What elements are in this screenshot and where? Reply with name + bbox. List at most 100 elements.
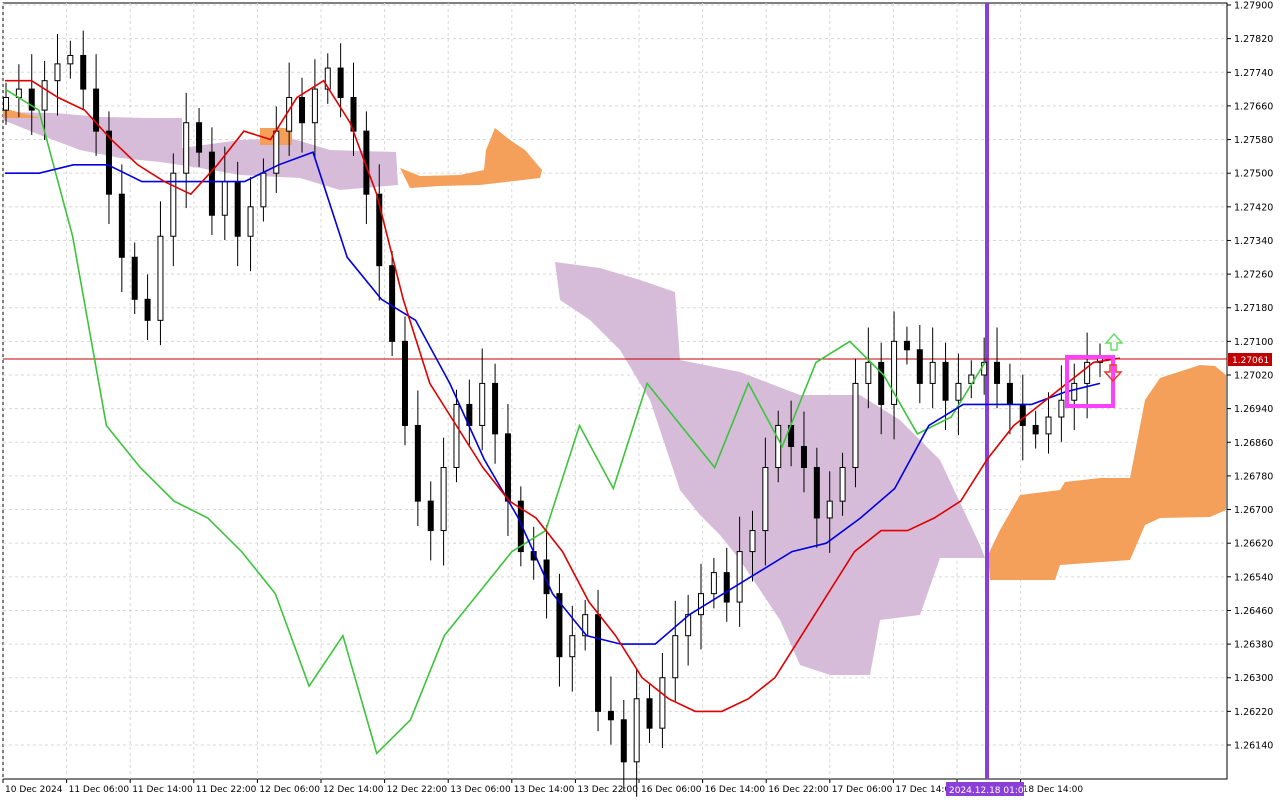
- highlight-time-tag: 2024.12.18 01:00: [946, 782, 1030, 796]
- candle-body-bear: [208, 151, 215, 216]
- y-tick-label: 1.27580: [1234, 135, 1273, 146]
- x-tick-label: 12 Dec 14:00: [323, 785, 384, 795]
- candle-body-bear: [118, 193, 125, 258]
- y-tick-label: 1.27340: [1234, 236, 1273, 247]
- candle-body-bear: [492, 382, 499, 435]
- x-tick-label: 11 Dec 06:00: [69, 785, 130, 795]
- candle-body-bull: [865, 361, 872, 384]
- x-tick-label: 13 Dec 06:00: [450, 785, 511, 795]
- y-tick-label: 1.26940: [1234, 404, 1273, 415]
- candle-body-bull: [569, 635, 576, 658]
- candle-body-bear: [234, 181, 241, 237]
- y-tick-label: 1.26460: [1234, 606, 1273, 617]
- x-tick-label: 11 Dec 14:00: [132, 785, 193, 795]
- candle-body-bear: [299, 97, 306, 124]
- time-axis: 10 Dec 2024 11 Dec 06:00 11 Dec 14:00 11 De…: [2, 779, 1084, 795]
- candle-body-bear: [1032, 424, 1039, 435]
- candle-body-bear: [813, 467, 820, 519]
- ichimoku-price-chart[interactable]: 1.27900 1.27820 1.27740 1.27660 1.27580 1.275…: [0, 0, 1280, 800]
- candle-body-bull: [170, 172, 177, 237]
- highlight-time-label: 2024.12.18 01:00: [949, 786, 1030, 796]
- candle-body-bull: [286, 97, 293, 132]
- candle-body-bear: [800, 445, 807, 468]
- candle-body-bull: [762, 467, 769, 532]
- candle-body-bear: [607, 710, 614, 721]
- candle-body-bear: [723, 572, 730, 603]
- candle: [389, 250, 396, 357]
- candle-body-bull: [826, 500, 833, 519]
- x-tick-label: 11 Dec 22:00: [196, 785, 257, 795]
- candle-body-bear: [595, 614, 602, 712]
- candle-body-bear: [196, 122, 203, 153]
- x-tick-label: 13 Dec 14:00: [514, 785, 575, 795]
- candle-body-bull: [3, 97, 9, 111]
- y-tick-label: 1.27500: [1234, 169, 1273, 180]
- candle-body-bear: [994, 361, 1001, 384]
- candle-body-bear: [646, 698, 653, 729]
- candle-body-bull: [41, 80, 48, 111]
- candle-body-bull: [440, 467, 447, 532]
- y-tick-label: 1.26380: [1234, 640, 1273, 651]
- y-tick-label: 1.27020: [1234, 371, 1273, 382]
- candle-body-bull: [955, 382, 962, 401]
- candle-body-bull: [698, 593, 705, 616]
- candle-body-bull: [260, 172, 267, 208]
- candle-body-bear: [144, 298, 151, 321]
- candle-body-bear: [620, 719, 627, 763]
- y-tick-label: 1.27660: [1234, 101, 1273, 112]
- candle-body-bear: [389, 265, 396, 342]
- x-tick-label: 16 Dec 22:00: [768, 785, 829, 795]
- candle-body-bull: [1058, 399, 1065, 418]
- x-tick-label: 12 Dec 22:00: [387, 785, 448, 795]
- candle-body-bear: [942, 361, 949, 401]
- candle-body-bear: [878, 361, 885, 405]
- candle-body-bear: [1006, 382, 1013, 405]
- candle-body-bull: [775, 424, 782, 469]
- candle-body-bear: [427, 500, 434, 532]
- candle-body-bull: [479, 382, 486, 426]
- y-tick-label: 1.27420: [1234, 202, 1273, 213]
- x-tick-label: 18 Dec 14:00: [1023, 785, 1084, 795]
- candle-body-bull: [1071, 382, 1078, 401]
- price-axis: 1.27900 1.27820 1.27740 1.27660 1.27580 1.275…: [1227, 1, 1273, 752]
- x-tick-label: 16 Dec 06:00: [641, 785, 702, 795]
- candle-body-bear: [414, 424, 421, 502]
- y-tick-label: 1.26540: [1234, 572, 1273, 583]
- current-price-label: 1.27061: [1232, 356, 1269, 366]
- candle-body-bull: [247, 206, 254, 237]
- y-tick-label: 1.26220: [1234, 707, 1273, 718]
- candle-body-bear: [105, 130, 112, 195]
- y-tick-label: 1.26860: [1234, 438, 1273, 449]
- candle-body-bear: [903, 340, 910, 351]
- candle-body-bull: [736, 551, 743, 603]
- candle-body-bull: [672, 635, 679, 679]
- candle-body-bull: [710, 572, 717, 595]
- candle-body-bull: [839, 467, 846, 502]
- candle-body-bull: [183, 122, 190, 174]
- candle-body-bull: [929, 361, 936, 384]
- candle-body-bear: [401, 340, 408, 426]
- candle-body-bear: [337, 67, 344, 99]
- candle-body-bull: [1045, 416, 1052, 435]
- candle-body-bull: [67, 54, 74, 65]
- y-tick-label: 1.26300: [1234, 673, 1273, 684]
- y-tick-label: 1.26620: [1234, 539, 1273, 550]
- candle-body-bull: [852, 382, 859, 468]
- x-tick-label: 13 Dec 22:00: [577, 785, 638, 795]
- y-tick-label: 1.26780: [1234, 471, 1273, 482]
- candle-body-bull: [749, 530, 756, 553]
- candle-body-bear: [131, 256, 138, 300]
- candle-body-bear: [916, 349, 923, 384]
- x-tick-label: 12 Dec 06:00: [259, 785, 320, 795]
- candle-body-bull: [659, 677, 666, 729]
- y-tick-label: 1.26700: [1234, 505, 1273, 516]
- y-tick-label: 1.27100: [1234, 337, 1273, 348]
- candle-body-bear: [504, 433, 511, 502]
- y-tick-label: 1.26140: [1234, 741, 1273, 752]
- candle-body-bull: [311, 88, 318, 124]
- candle-body-bull: [54, 63, 61, 82]
- x-tick-label: 10 Dec 2024: [5, 785, 63, 795]
- candle-body-bull: [633, 698, 640, 763]
- x-tick-label: 17 Dec 06:00: [832, 785, 893, 795]
- candle-body-bear: [80, 54, 87, 90]
